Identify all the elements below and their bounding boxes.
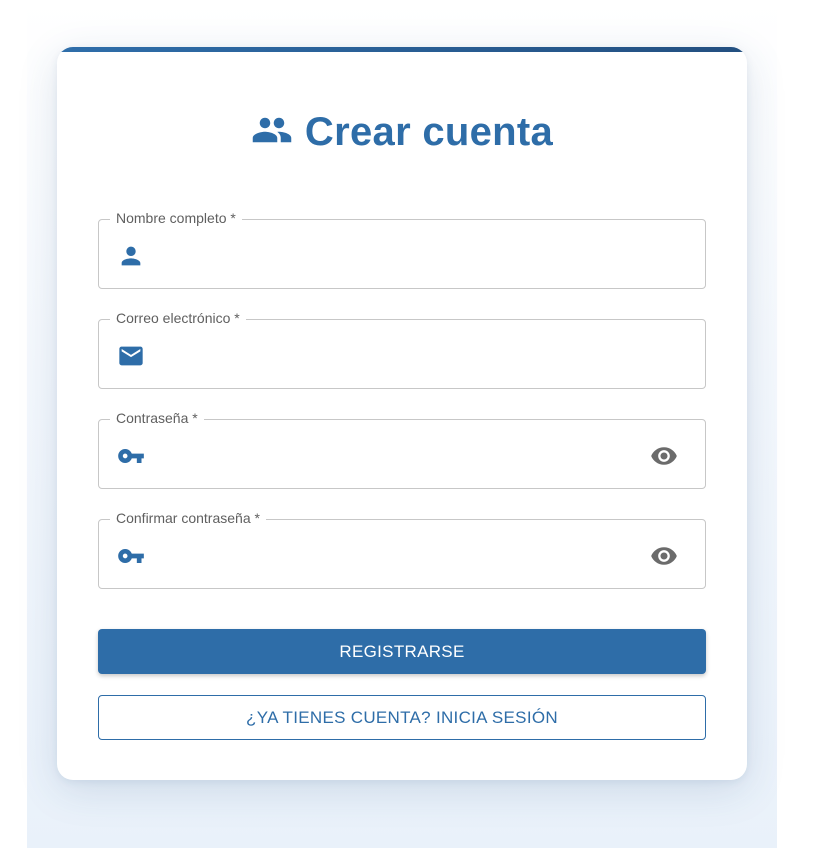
register-button[interactable]: REGISTRARSE (98, 629, 706, 674)
full-name-label: Nombre completo * (110, 210, 242, 226)
email-input[interactable] (159, 340, 629, 370)
email-field[interactable]: Correo electrónico * (98, 310, 706, 389)
full-name-field[interactable]: Nombre completo * (98, 210, 706, 289)
confirm-password-field[interactable]: Confirmar contraseña * (98, 510, 706, 589)
toggle-confirm-password-visibility-icon[interactable] (649, 542, 679, 570)
person-icon (117, 242, 145, 270)
confirm-password-input[interactable] (159, 540, 629, 570)
key-icon (117, 442, 145, 470)
login-link-button[interactable]: ¿YA TIENES CUENTA? INICIA SESIÓN (98, 695, 706, 740)
confirm-password-label: Confirmar contraseña * (110, 510, 266, 526)
page-title: Crear cuenta (304, 109, 554, 154)
password-label: Contraseña * (110, 410, 204, 426)
group-icon (251, 109, 293, 156)
mail-icon (117, 342, 145, 370)
full-name-input[interactable] (159, 240, 629, 270)
register-card: Crear cuenta Nombre completo * Correo el… (57, 47, 747, 780)
card-accent-bar (57, 47, 747, 52)
toggle-password-visibility-icon[interactable] (649, 442, 679, 470)
key-icon (117, 542, 145, 570)
page: Crear cuenta Nombre completo * Correo el… (0, 0, 829, 848)
password-field[interactable]: Contraseña * (98, 410, 706, 489)
password-input[interactable] (159, 440, 629, 470)
email-label: Correo electrónico * (110, 310, 246, 326)
title-row: Crear cuenta (57, 107, 747, 157)
